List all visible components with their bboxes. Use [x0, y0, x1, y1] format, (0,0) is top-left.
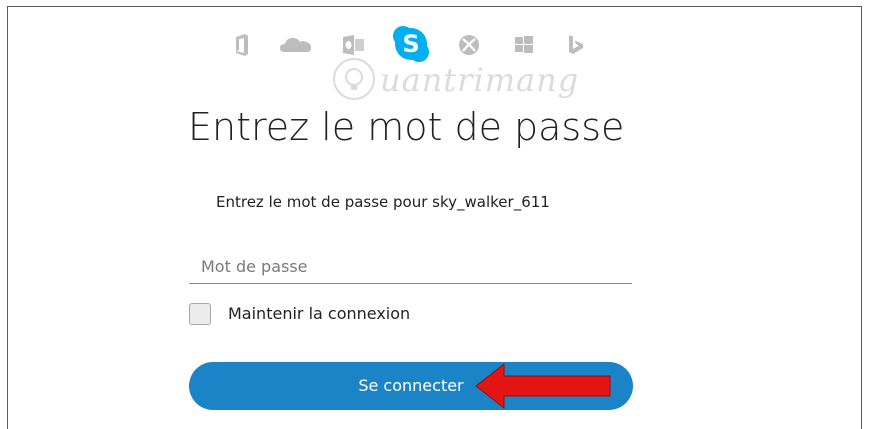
- svg-text:S: S: [402, 30, 419, 58]
- office-icon[interactable]: [228, 32, 254, 58]
- remember-me-label[interactable]: Maintenir la connexion: [228, 304, 410, 323]
- account-prompt-text: Entrez le mot de passe pour sky_walker_6…: [216, 193, 550, 211]
- login-window: S uantrimang Entrez le mot de passe Entr…: [0, 0, 870, 429]
- password-field[interactable]: [189, 250, 632, 284]
- page-title: Entrez le mot de passe: [188, 105, 625, 149]
- window-border-right: [861, 6, 862, 429]
- watermark-logo: uantrimang: [330, 55, 630, 105]
- remember-me-checkbox[interactable]: [189, 303, 211, 325]
- sign-in-button-label: Se connecter: [358, 376, 464, 395]
- annotation-arrow-icon: [475, 362, 611, 410]
- window-border-left: [7, 6, 8, 429]
- watermark-text: uantrimang: [380, 61, 580, 99]
- window-border-top: [7, 6, 862, 7]
- lightbulb-icon: [333, 58, 375, 100]
- onedrive-icon[interactable]: [278, 32, 314, 58]
